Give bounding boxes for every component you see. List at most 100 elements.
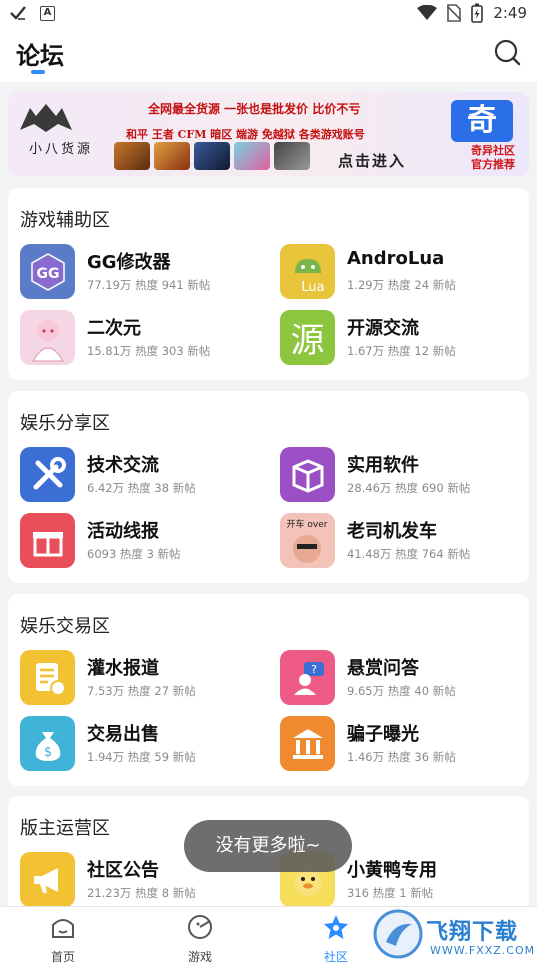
- gg-icon: GG: [20, 244, 75, 299]
- board-gg[interactable]: GG GG修改器 77.19万 热度 941 新帖: [20, 244, 270, 302]
- tab-home-label: 首页: [50, 950, 75, 964]
- androlua-icon: Lua: [280, 244, 335, 299]
- watermark-url: WWW.FXXZ.COM: [430, 944, 536, 957]
- board-name: 老司机发车: [347, 521, 437, 542]
- game-thumb: [274, 142, 310, 170]
- wifi-icon: [417, 5, 438, 20]
- check-icon: [10, 6, 26, 20]
- home-icon: [52, 919, 74, 938]
- board-events[interactable]: 活动线报 6093 热度 3 新帖: [20, 513, 270, 571]
- board-trade[interactable]: $ 交易出售 1.94万 热度 59 新帖: [20, 716, 270, 774]
- tab-games[interactable]: 游戏: [170, 913, 230, 965]
- section-entertainment-share: 娱乐分享区 技术交流 6.42万 热度 38 新帖 实用软件 28.46万 热度…: [8, 391, 529, 583]
- banner-right-text-1: 奇异社区: [471, 144, 515, 157]
- banner-left-logo: 小八货源: [16, 102, 106, 166]
- board-laosiji[interactable]: 开车 over 老司机发车 41.48万 热度 764 新帖: [280, 513, 530, 571]
- board-software[interactable]: 实用软件 28.46万 热度 690 新帖: [280, 447, 530, 505]
- banner-left-logo-text: 小八货源: [28, 142, 93, 157]
- board-stats: 6.42万 热度 38 新帖: [87, 481, 196, 495]
- section-title: 娱乐分享区: [20, 413, 110, 434]
- source-icon-label: 源: [290, 321, 325, 361]
- question-user-icon: ?: [280, 650, 335, 705]
- board-name: 技术交流: [87, 455, 159, 476]
- board-name: 社区公告: [87, 860, 159, 881]
- watermark-brand: 飞翔下载: [426, 920, 519, 945]
- tab-community-label: 社区: [323, 950, 348, 964]
- clock: 2:49: [493, 4, 527, 22]
- board-stats: 9.65万 热度 40 新帖: [347, 684, 456, 698]
- board-name: 开源交流: [347, 318, 419, 339]
- banner-game-thumbnails: [114, 142, 310, 170]
- game-icon: [188, 915, 212, 939]
- wolf-logo-icon: [20, 104, 72, 132]
- board-stats: 28.46万 热度 690 新帖: [347, 481, 471, 495]
- board-stats: 7.53万 热度 27 新帖: [87, 684, 196, 698]
- section-title: 版主运营区: [20, 818, 110, 839]
- board-androlua[interactable]: Lua AndroLua 1.29万 热度 24 新帖: [280, 244, 530, 302]
- banner-right-logo: 奇: [451, 100, 513, 142]
- board-qa[interactable]: ? 悬赏问答 9.65万 热度 40 新帖: [280, 650, 530, 708]
- banner-right-text-2: 官方推荐: [471, 158, 515, 171]
- box-icon: [280, 447, 335, 502]
- tools-icon: [20, 447, 75, 502]
- board-stats: 77.19万 热度 941 新帖: [87, 278, 211, 292]
- board-name: 悬赏问答: [347, 658, 419, 679]
- board-name: AndroLua: [347, 248, 445, 269]
- game-thumb: [154, 142, 190, 170]
- board-stats: 316 热度 1 新帖: [347, 886, 434, 900]
- board-name: 二次元: [87, 318, 141, 339]
- tab-home[interactable]: 首页: [33, 913, 93, 965]
- board-tech[interactable]: 技术交流 6.42万 热度 38 新帖: [20, 447, 270, 505]
- lua-icon-label: Lua: [301, 280, 324, 295]
- board-stats: 41.48万 热度 764 新帖: [347, 547, 471, 561]
- section-title: 娱乐交易区: [20, 616, 110, 637]
- board-stats: 15.81万 热度 303 新帖: [87, 344, 211, 358]
- anime-girl-icon: [20, 310, 75, 365]
- banner-games-line: 和平 王者 CFM 暗区 端游 免越狱 各类游戏账号: [126, 128, 365, 141]
- title-indicator: [31, 70, 45, 74]
- board-name: 活动线报: [87, 521, 159, 542]
- gg-icon-label: GG: [36, 266, 59, 282]
- board-stats: 1.94万 热度 59 新帖: [87, 750, 196, 764]
- toast-message: 没有更多啦~: [184, 820, 352, 872]
- watermark-overlay: 飞翔下载 WWW.FXXZ.COM: [372, 908, 536, 964]
- document-clock-icon: [20, 650, 75, 705]
- banner-enter-text[interactable]: 点击进入: [338, 150, 406, 171]
- top-header: 论坛: [0, 26, 537, 82]
- board-name: 小黄鸭专用: [347, 860, 437, 881]
- board-water[interactable]: 灌水报道 7.53万 热度 27 新帖: [20, 650, 270, 708]
- game-thumb: [114, 142, 150, 170]
- community-star-icon: [324, 915, 348, 939]
- a-notification-icon: A: [40, 5, 55, 21]
- megaphone-icon: [20, 852, 75, 907]
- board-open-source[interactable]: 源 开源交流 1.67万 热度 12 新帖: [280, 310, 530, 368]
- svg-text:$: $: [43, 745, 51, 760]
- meme-face-icon: 开车 over: [280, 513, 335, 568]
- money-bag-icon: $: [20, 716, 75, 771]
- section-game-assist: 游戏辅助区 GG GG修改器 77.19万 热度 941 新帖 Lua Andr…: [8, 188, 529, 380]
- board-name: GG修改器: [87, 252, 171, 273]
- no-sim-icon: [447, 4, 462, 22]
- board-anime[interactable]: 二次元 15.81万 热度 303 新帖: [20, 310, 270, 368]
- board-name: 实用软件: [347, 455, 419, 476]
- board-stats: 1.67万 热度 12 新帖: [347, 344, 456, 358]
- board-stats: 6093 热度 3 新帖: [87, 547, 181, 561]
- board-name: 交易出售: [87, 724, 159, 745]
- board-scam[interactable]: 骗子曝光 1.46万 热度 36 新帖: [280, 716, 530, 774]
- watermark-logo-icon: [373, 909, 423, 959]
- board-stats: 21.23万 热度 8 新帖: [87, 886, 196, 900]
- banner-slogan: 全网最全货源 一张也是批发价 比价不亏: [148, 102, 361, 116]
- svg-text:?: ?: [311, 663, 317, 676]
- board-stats: 1.29万 热度 24 新帖: [347, 278, 456, 292]
- tab-community[interactable]: 社区: [306, 913, 366, 965]
- open-source-icon: 源: [280, 310, 335, 365]
- tab-games-label: 游戏: [187, 950, 212, 964]
- search-icon[interactable]: [493, 38, 521, 66]
- kaiche-icon-label: 开车 over: [287, 518, 328, 530]
- promo-banner[interactable]: 小八货源 全网最全货源 一张也是批发价 比价不亏 和平 王者 CFM 暗区 端游…: [8, 92, 529, 176]
- board-stats: 1.46万 热度 36 新帖: [347, 750, 456, 764]
- board-name: 灌水报道: [87, 658, 159, 679]
- section-title: 游戏辅助区: [20, 210, 110, 231]
- banner-right-text: 奇异社区 官方推荐: [471, 144, 515, 172]
- game-thumb: [194, 142, 230, 170]
